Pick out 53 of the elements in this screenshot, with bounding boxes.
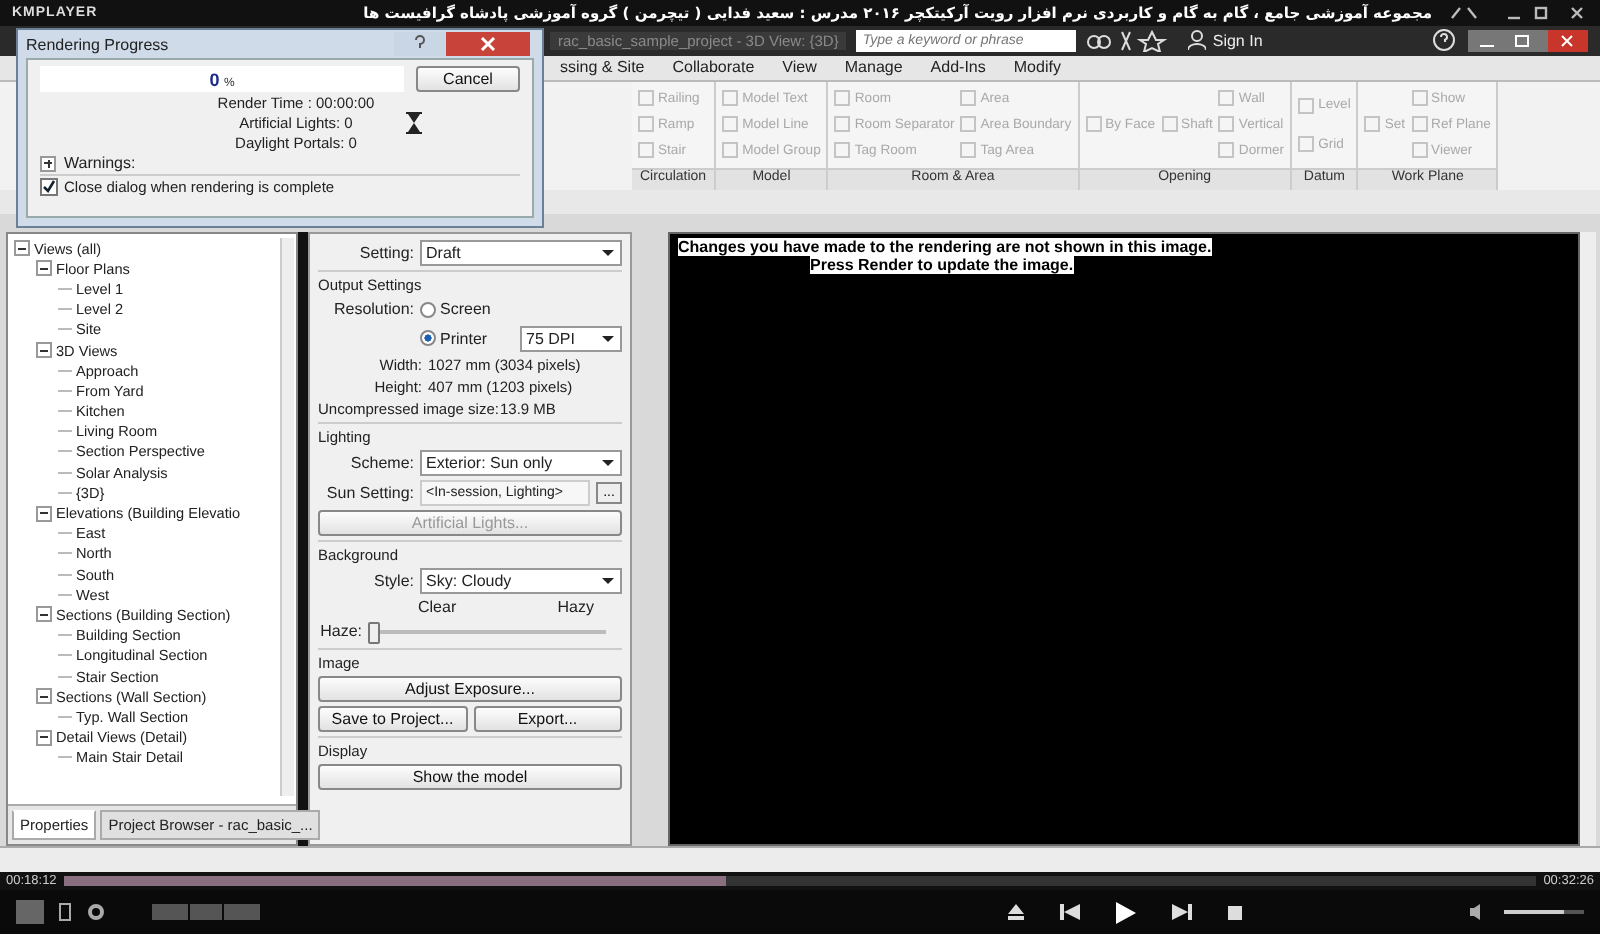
- expand-toggle[interactable]: [36, 505, 52, 521]
- radio-option[interactable]: Screen: [420, 300, 520, 319]
- scheme-dropdown[interactable]: Exterior: Sun only: [420, 449, 622, 476]
- ribbon-tab[interactable]: Modify: [1013, 58, 1061, 77]
- ribbon-tab[interactable]: ssing & Site: [560, 58, 645, 77]
- expand-toggle[interactable]: [36, 606, 52, 623]
- field-label: Resolution:: [331, 300, 414, 319]
- slider-label: Hazy: [557, 597, 594, 616]
- field-label: Style:: [371, 571, 414, 590]
- field-label: Scheme:: [348, 453, 414, 472]
- ribbon-tab[interactable]: Collaborate: [672, 58, 755, 77]
- previous-icon[interactable]: [1060, 904, 1080, 921]
- help-icon[interactable]: [1430, 28, 1458, 53]
- sign-in-button[interactable]: Sign In: [1188, 30, 1263, 51]
- expand-toggle[interactable]: [36, 342, 52, 358]
- expand-toggle[interactable]: [36, 260, 52, 277]
- format-badges-icon: [152, 904, 260, 921]
- expand-toggle[interactable]: [36, 688, 52, 705]
- style-dropdown[interactable]: Sky: Cloudy: [420, 567, 622, 594]
- ribbon-tab[interactable]: View: [782, 58, 817, 77]
- slider-label: Clear: [418, 597, 457, 616]
- adjust-exposure-button[interactable]: Adjust Exposure...: [318, 675, 622, 702]
- render-message: Changes you have made to the rendering are not shown in this image.: [678, 237, 1212, 256]
- window-controls-icon[interactable]: [1468, 29, 1588, 52]
- scrollbar[interactable]: [1580, 231, 1596, 847]
- next-icon[interactable]: [1172, 904, 1192, 921]
- ribbon-tab[interactable]: Manage: [844, 58, 903, 77]
- stop-icon[interactable]: [1228, 905, 1242, 920]
- expand-toggle[interactable]: [40, 155, 56, 171]
- warnings-label: Warnings:: [64, 154, 136, 172]
- play-icon[interactable]: [1116, 901, 1136, 924]
- export-button[interactable]: Export...: [473, 705, 622, 732]
- dialog-title: Rendering Progress: [26, 35, 169, 53]
- eject-icon[interactable]: [1008, 904, 1024, 921]
- window-controls-icon[interactable]: [1448, 3, 1588, 22]
- show-model-button[interactable]: Show the model: [318, 763, 622, 790]
- cancel-button[interactable]: Cancel: [416, 66, 520, 92]
- field-label: Sun Setting:: [324, 483, 414, 502]
- dpi-dropdown[interactable]: 75 DPI: [520, 325, 622, 352]
- expand-toggle[interactable]: [14, 240, 30, 257]
- person-icon: [1188, 30, 1207, 51]
- field-label: Setting:: [357, 243, 414, 262]
- scrollbar[interactable]: [280, 237, 294, 797]
- expand-toggle[interactable]: [36, 729, 52, 746]
- save-to-project-button[interactable]: Save to Project...: [318, 705, 467, 732]
- ribbon-tab[interactable]: Add-Ins: [930, 58, 986, 77]
- radio-option[interactable]: Printer: [420, 329, 514, 348]
- seek-bar[interactable]: [64, 876, 1536, 887]
- checkmark-icon: [42, 180, 56, 194]
- hourglass-icon: [406, 112, 423, 134]
- setting-dropdown[interactable]: Draft: [420, 239, 622, 266]
- volume-slider[interactable]: [1504, 910, 1584, 915]
- field-label: Haze:: [318, 622, 362, 641]
